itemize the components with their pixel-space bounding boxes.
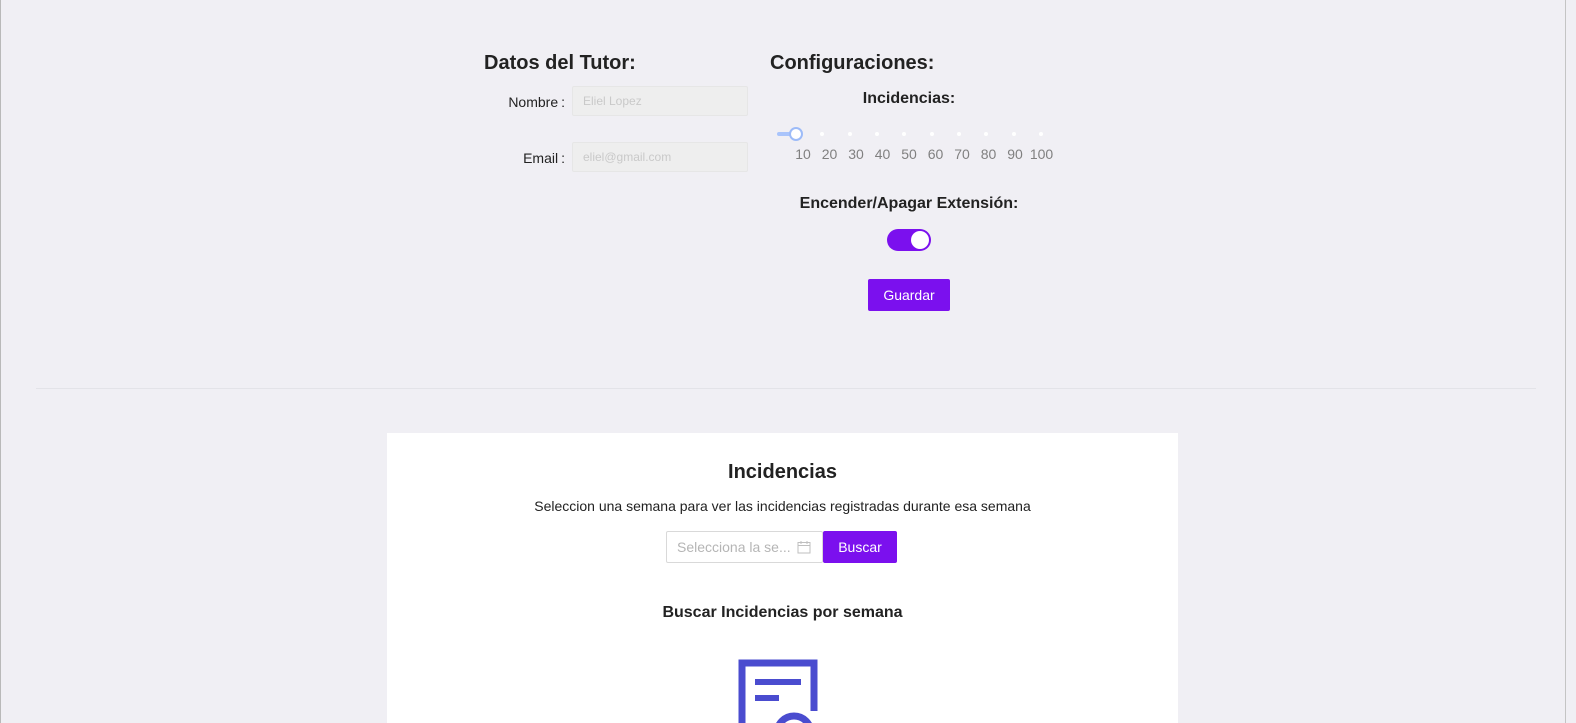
slider-mark-label: 90 [1007,146,1023,162]
name-label-text: Nombre [508,94,559,110]
calendar-icon[interactable] [797,540,811,554]
slider-rail[interactable] [777,132,1045,136]
section-divider [36,388,1536,389]
slider-mark-label: 10 [795,146,811,162]
extension-toggle-label: Encender/Apagar Extensión: [799,195,1019,212]
empty-state-title: Buscar Incidencias por semana [662,604,903,621]
email-label: Email: [523,150,565,166]
toggle-knob [911,231,929,249]
incidents-panel-title: Incidencias [728,461,837,483]
week-picker-input[interactable] [677,532,799,562]
slider-step-dot [1011,132,1016,136]
slider-step-dot [929,132,934,136]
name-label: Nombre: [508,94,565,110]
incidents-threshold-label: Incidencias: [862,90,956,107]
slider-mark-label: 60 [927,146,944,162]
incidents-slider[interactable] [777,127,1045,141]
slider-step-dot [1039,132,1043,136]
slider-handle[interactable] [789,127,803,141]
email-label-text: Email [523,150,559,166]
email-input[interactable] [572,142,748,172]
slider-mark-label: 50 [901,146,917,162]
slider-mark-label: 30 [848,146,864,162]
slider-mark-label: 70 [954,146,970,162]
window-border-left [0,0,1,723]
week-picker[interactable] [666,531,823,563]
config-section-title: Configuraciones: [770,52,935,74]
window-border-right [1565,0,1566,723]
extension-toggle[interactable] [887,229,931,251]
tutor-section-title: Datos del Tutor: [484,52,636,74]
slider-mark-label: 20 [821,146,838,162]
name-input[interactable] [572,86,748,116]
document-search-icon [738,659,818,723]
save-button[interactable]: Guardar [868,279,950,311]
slider-mark-label: 40 [874,146,891,162]
slider-step-dot [847,132,852,136]
slider-step-dot [875,132,879,136]
search-button[interactable]: Buscar [823,531,897,563]
slider-mark-label: 80 [980,146,997,162]
incidents-panel: Incidencias Seleccion una semana para ve… [387,433,1178,723]
slider-step-dot [957,132,961,136]
incidents-panel-description: Seleccion una semana para ver las incide… [534,498,1031,514]
slider-mark-label: 100 [1029,146,1054,162]
